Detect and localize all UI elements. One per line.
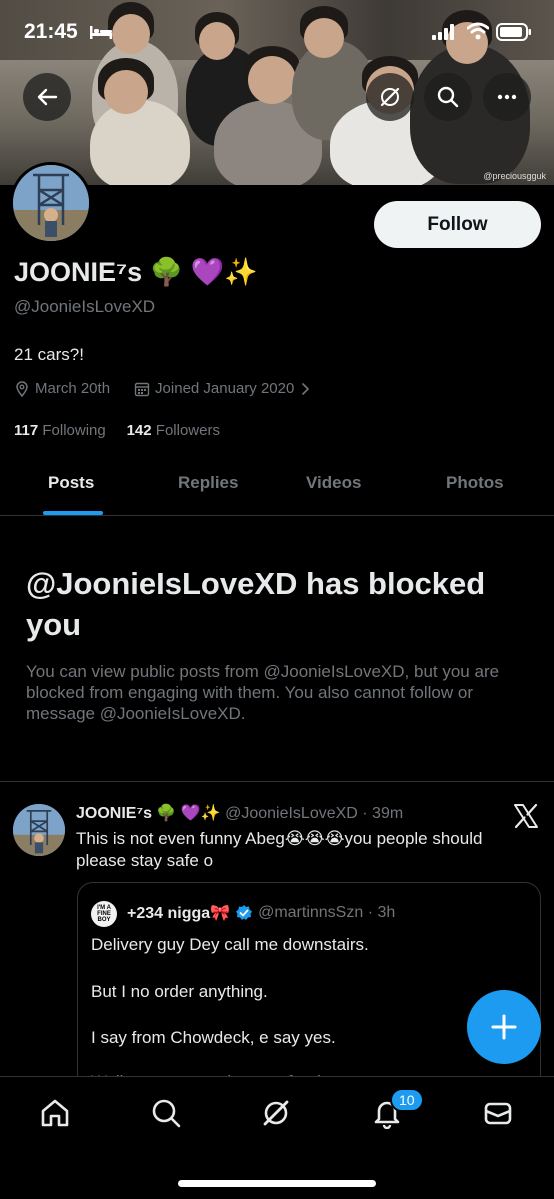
home-indicator xyxy=(178,1180,376,1187)
blocked-description: You can view public posts from @JoonieIs… xyxy=(26,662,500,723)
x-logo-icon xyxy=(514,803,538,829)
follow-button[interactable]: Follow xyxy=(374,201,541,248)
nav-grok[interactable] xyxy=(258,1095,294,1131)
avatar-image xyxy=(13,165,89,241)
plus-icon xyxy=(491,1014,517,1040)
quote-avatar: I'M A FINE BOY xyxy=(91,901,117,927)
banner-credit: @preciousgguk xyxy=(483,171,546,181)
wifi-icon xyxy=(467,22,489,40)
quote-line: But I no order anything. xyxy=(91,982,268,1001)
compose-button[interactable] xyxy=(467,990,541,1064)
sleep-focus-icon xyxy=(90,26,112,39)
status-time: 21:45 xyxy=(24,20,78,43)
tab-replies[interactable]: Replies xyxy=(178,473,238,493)
search-icon xyxy=(152,1099,181,1128)
followers-link[interactable]: 142 Followers xyxy=(127,422,220,439)
profile-bio: 21 cars?! xyxy=(14,345,84,364)
tab-videos[interactable]: Videos xyxy=(306,473,361,493)
followers-label: Followers xyxy=(155,422,220,439)
profile-meta: March 20th Joined January 2020 xyxy=(14,380,311,397)
nav-home[interactable] xyxy=(37,1095,73,1131)
tweet-header: JOONIE⁷s 🌳 💜✨ @JoonieIsLoveXD · 39m xyxy=(76,803,403,823)
arrow-left-icon xyxy=(37,88,58,106)
mail-icon xyxy=(484,1102,512,1125)
section-divider xyxy=(0,781,554,782)
verified-badge-icon xyxy=(236,905,253,920)
profile-tabs: Posts Replies Videos Photos xyxy=(0,455,554,516)
active-tab-indicator xyxy=(43,511,103,515)
grok-button[interactable] xyxy=(366,73,414,121)
search-button[interactable] xyxy=(424,73,472,121)
profile-handle: @JoonieIsLoveXD xyxy=(14,297,156,316)
home-icon xyxy=(41,1099,69,1127)
tweet-avatar[interactable] xyxy=(13,804,65,856)
quote-author-name: +234 nigga🎀 xyxy=(127,905,231,922)
tweet-handle-time: @JoonieIsLoveXD · 39m xyxy=(225,805,404,822)
chevron-right-icon xyxy=(302,382,310,395)
banner-face xyxy=(104,70,148,114)
following-link[interactable]: 117 Following xyxy=(14,422,106,439)
more-button[interactable] xyxy=(483,73,531,121)
banner-face xyxy=(248,56,296,104)
following-label: Following xyxy=(42,422,106,439)
status-bar: 21:45 xyxy=(0,0,554,60)
grok-icon xyxy=(380,87,400,107)
grok-icon xyxy=(263,1100,289,1126)
tab-photos[interactable]: Photos xyxy=(446,473,504,493)
banner-person xyxy=(90,100,190,185)
quote-line: Delivery guy Dey call me downstairs. xyxy=(91,935,369,954)
profile-birthday: March 20th xyxy=(35,380,111,397)
follow-stats: 117 Following 142 Followers xyxy=(14,422,220,439)
notifications-badge: 10 xyxy=(390,1088,424,1112)
tweet-text: This is not even funny Abeg😭😭😭you people… xyxy=(76,829,483,870)
followers-count: 142 xyxy=(126,422,152,439)
search-icon xyxy=(437,86,459,108)
battery-icon xyxy=(496,23,531,41)
calendar-icon xyxy=(134,382,150,396)
nav-messages[interactable] xyxy=(480,1095,516,1131)
nav-search[interactable] xyxy=(148,1095,184,1131)
blocked-title: @JoonieIsLoveXD has blocked you xyxy=(26,566,486,642)
profile-joined[interactable]: Joined January 2020 xyxy=(155,380,294,397)
more-horizontal-icon xyxy=(497,94,517,100)
following-count: 117 xyxy=(14,422,39,439)
signal-icon xyxy=(432,24,454,40)
back-button[interactable] xyxy=(23,73,71,121)
profile-display-name: JOONIE⁷s 🌳 💜✨ xyxy=(14,257,259,287)
avatar-image xyxy=(13,804,65,856)
profile-avatar[interactable] xyxy=(10,162,92,244)
quote-handle-time: @martinnsSzn · 3h xyxy=(258,904,396,921)
quote-header: +234 nigga🎀 @martinnsSzn · 3h xyxy=(127,903,395,923)
tweet-author-name[interactable]: JOONIE⁷s 🌳 💜✨ xyxy=(76,805,221,822)
location-pin-icon xyxy=(16,380,28,397)
quote-line: I say from Chowdeck, e say yes. xyxy=(91,1028,336,1047)
tab-posts[interactable]: Posts xyxy=(48,473,94,493)
